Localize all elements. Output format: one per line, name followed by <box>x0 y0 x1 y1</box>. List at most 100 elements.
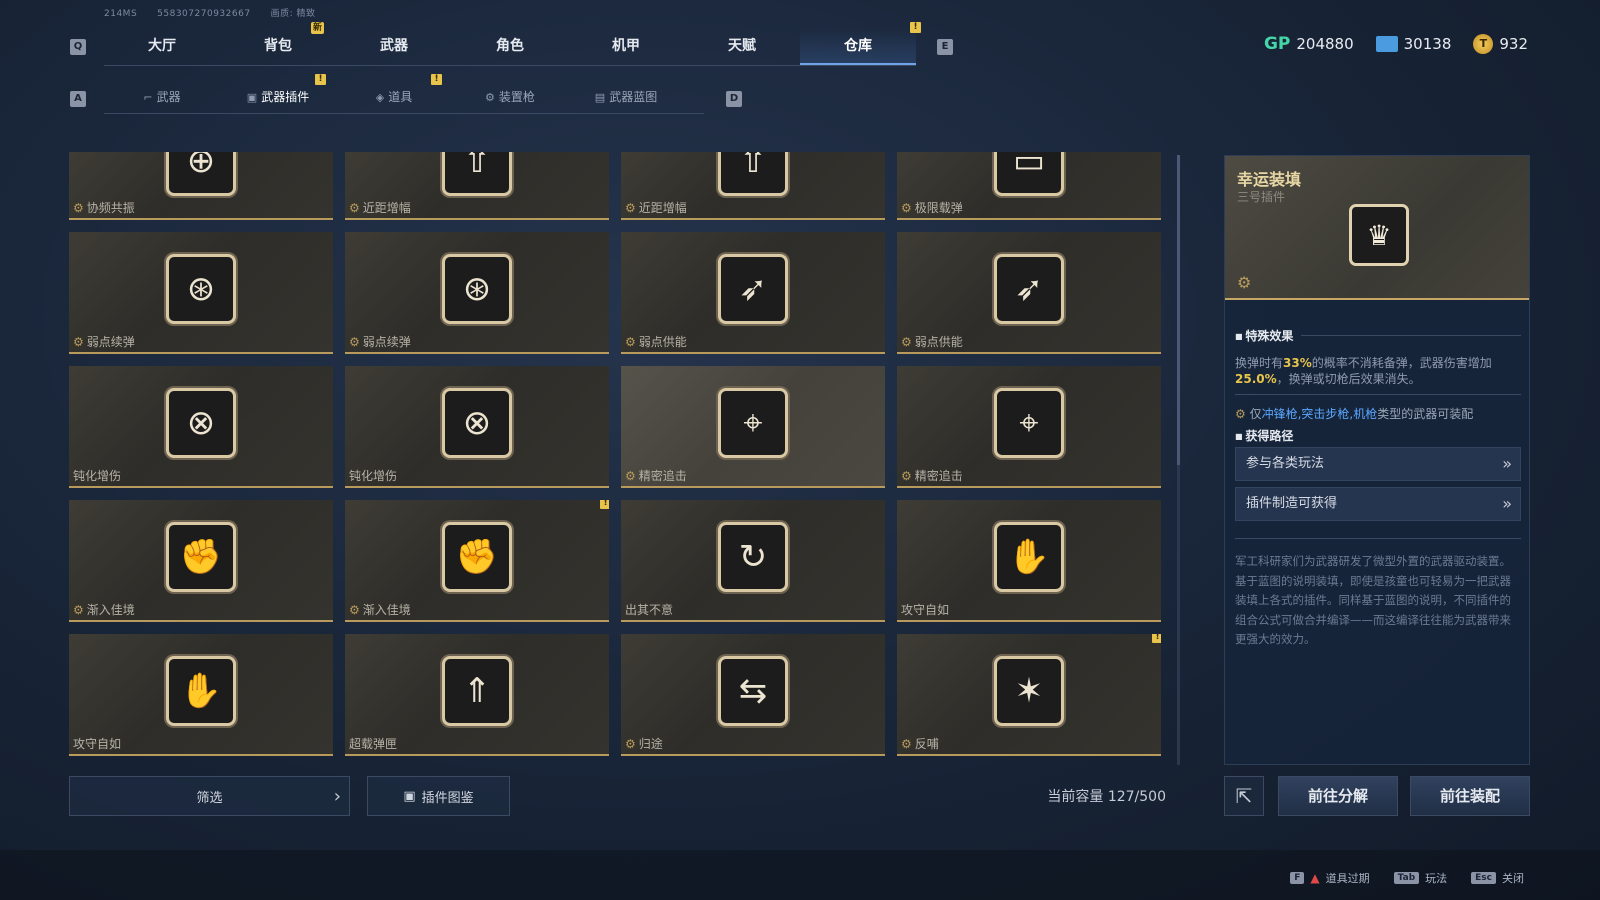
plugin-card[interactable]: ⌖ ⚙ 精密追击 <box>897 366 1161 488</box>
tab-warehouse[interactable]: 仓库 <box>800 28 916 65</box>
key-hint-q[interactable]: Q <box>70 39 86 55</box>
gear-icon: ⚙ <box>1237 273 1252 292</box>
plugin-card[interactable]: ⊕ ⚙ 协频共振 <box>69 152 333 220</box>
subtab-weapons[interactable]: ⌐ 武器 <box>104 82 220 113</box>
disassemble-button[interactable]: 前往分解 <box>1278 776 1398 816</box>
source-row[interactable]: 插件制造可获得 » <box>1235 487 1521 521</box>
source-label: 参与各类玩法 <box>1246 456 1325 471</box>
gear-icon: ⚙ <box>901 200 912 215</box>
tab-characters[interactable]: 角色 <box>452 28 568 65</box>
plugin-card[interactable]: ⊗ 钝化增伤 <box>69 366 333 488</box>
alert-icon: ! <box>315 74 326 85</box>
alert-icon: ! <box>1152 634 1161 643</box>
plugin-card[interactable]: ✊ ⚙ 渐入佳境 <box>69 500 333 622</box>
plugin-card[interactable]: ➶ ⚙ 弱点供能 <box>621 232 885 354</box>
uid-text: 558307270932667 <box>157 9 251 19</box>
plugin-name: 协频共振 <box>86 201 135 215</box>
gear-icon: ⚙ <box>349 200 360 215</box>
tab-weapons[interactable]: 武器 <box>336 28 452 65</box>
plugin-name: 近距增幅 <box>638 201 687 215</box>
gp-icon: GP <box>1263 34 1291 54</box>
plugin-icon: ♛ <box>1349 204 1409 266</box>
plugin-name: 近距增幅 <box>362 201 411 215</box>
plugin-card[interactable]: ✋ 攻守自如 <box>897 500 1161 622</box>
plugin-card[interactable]: ▭ ⚙ 极限载弹 <box>897 152 1161 220</box>
scrollbar-thumb[interactable] <box>1177 155 1180 465</box>
detail-header: 幸运装填 三号插件 ♛ ⚙ <box>1225 156 1529 300</box>
tab-talents[interactable]: 天赋 <box>684 28 800 65</box>
plugin-name: 渐入佳境 <box>362 603 411 617</box>
plugin-card[interactable]: ✶ ⚙ 反哺! <box>897 634 1161 756</box>
subtab-weapon-plugins[interactable]: ▣ 武器插件! <box>220 74 336 113</box>
key-f: F <box>1290 872 1305 884</box>
double-chevron-icon: » <box>1502 494 1512 513</box>
hint-expiry[interactable]: F ▲ 道具过期 <box>1290 870 1370 886</box>
plugin-card[interactable]: ⇆ ⚙ 归途 <box>621 634 885 756</box>
plugin-card[interactable]: ⇧ ⚙ 近距增幅 <box>345 152 609 220</box>
gear-icon: ⚙ <box>349 334 360 349</box>
source-label: 插件制造可获得 <box>1246 496 1338 511</box>
ticket-amount: 30138 <box>1403 35 1452 53</box>
hint-close[interactable]: Esc 关闭 <box>1471 870 1524 886</box>
plugin-name: 弱点续弹 <box>362 335 411 349</box>
grid-scrollbar[interactable] <box>1177 155 1180 765</box>
tab-backpack[interactable]: 背包 新 <box>220 22 336 65</box>
plugin-card[interactable]: ⊛ ⚙ 弱点续弹 <box>69 232 333 354</box>
plugin-icon: ⊛ <box>442 254 512 324</box>
gear-icon: ⚙ <box>73 334 84 349</box>
plugin-card[interactable]: ✊ ⚙ 渐入佳境! <box>345 500 609 622</box>
key-tab: Tab <box>1393 872 1420 884</box>
plugin-detail-panel: 幸运装填 三号插件 ♛ ⚙ 特殊效果 换弹时有33%的概率不消耗备弹，武器伤害增… <box>1224 155 1530 765</box>
double-chevron-icon: » <box>1502 454 1512 473</box>
gear-icon: ⚙ <box>625 334 636 349</box>
source-row[interactable]: 参与各类玩法 » <box>1235 447 1521 481</box>
subtab-items-label: 道具 <box>388 90 413 104</box>
equip-requirement: ⚙ 仅冲锋枪,突击步枪,机枪类型的武器可装配 <box>1235 407 1474 421</box>
plugin-name: 精密追击 <box>914 469 963 483</box>
detail-title: 幸运装填 <box>1237 170 1302 189</box>
gp-amount: 204880 <box>1296 35 1354 53</box>
gear-icon: ⚙ <box>625 736 636 751</box>
plugin-codex-button[interactable]: ▣ 插件图鉴 <box>367 776 510 816</box>
key-hint-a[interactable]: A <box>70 91 86 107</box>
plugin-card[interactable]: ⊛ ⚙ 弱点续弹 <box>345 232 609 354</box>
hint-gameplay[interactable]: Tab 玩法 <box>1393 870 1447 886</box>
ping-text: 214MS <box>104 9 138 19</box>
plugin-icon: ⊛ <box>166 254 236 324</box>
source-section-title: 获得路径 <box>1235 427 1293 444</box>
tab-mecha[interactable]: 机甲 <box>568 28 684 65</box>
divider <box>1301 335 1521 336</box>
equip-button[interactable]: 前往装配 <box>1410 776 1530 816</box>
plugin-name: 钝化增伤 <box>73 469 122 483</box>
filter-button[interactable]: 筛选 › <box>69 776 350 816</box>
plugin-card-selected[interactable]: ⌖ ⚙ 精密追击 <box>621 366 885 488</box>
plugin-card[interactable]: ↻ 出其不意 <box>621 500 885 622</box>
plugin-icon: ▭ <box>994 152 1064 196</box>
plugin-name: 弱点供能 <box>914 335 963 349</box>
gear-icon: ⚙ <box>1235 407 1250 421</box>
plugin-card[interactable]: ✋ 攻守自如 <box>69 634 333 756</box>
key-esc: Esc <box>1471 872 1496 884</box>
subtab-items[interactable]: ◈ 道具! <box>336 74 452 113</box>
plugin-card[interactable]: ⇧ ⚙ 近距增幅 <box>621 152 885 220</box>
plugin-card[interactable]: ⇑ 超载弹匣 <box>345 634 609 756</box>
key-hint-d[interactable]: D <box>726 91 742 107</box>
key-hint-e[interactable]: E <box>937 39 953 55</box>
subtab-device-label: 装置枪 <box>498 90 535 104</box>
plugin-name: 攻守自如 <box>901 603 950 617</box>
gear-icon: ⚙ <box>901 468 912 483</box>
plugin-icon: ⊕ <box>166 152 236 196</box>
item-icon: ◈ <box>375 91 385 104</box>
plugin-icon: ⌖ <box>994 388 1064 458</box>
gp-currency: GP 204880 <box>1264 34 1354 54</box>
plugin-card[interactable]: ⊗ 钝化增伤 <box>345 366 609 488</box>
plugin-icon: ⊗ <box>166 388 236 458</box>
ticket-currency: 30138 <box>1375 35 1452 53</box>
plugin-icon: ✶ <box>994 656 1064 726</box>
tab-lobby[interactable]: 大厅 <box>104 28 220 65</box>
subtab-blueprints[interactable]: ▤ 武器蓝图 <box>568 82 684 113</box>
plugin-name: 渐入佳境 <box>86 603 135 617</box>
plugin-card[interactable]: ➶ ⚙ 弱点供能 <box>897 232 1161 354</box>
subtab-device-gun[interactable]: ⚙ 装置枪 <box>452 82 568 113</box>
share-button[interactable]: ⇱ <box>1224 776 1264 816</box>
